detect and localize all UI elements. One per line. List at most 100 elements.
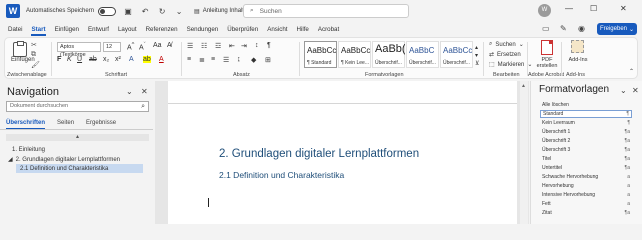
close-icon[interactable]: ✕	[620, 4, 627, 13]
edit-mode-icon[interactable]: ✎	[560, 24, 567, 33]
customize-toolbar-icon[interactable]: ⌄	[174, 6, 184, 16]
style-list-item[interactable]: Intensive Hervorhebung a	[540, 191, 632, 199]
tab-referenzen[interactable]: Referenzen	[146, 26, 178, 33]
close-icon[interactable]: ✕	[141, 87, 148, 96]
camera-icon[interactable]: ◉	[578, 24, 585, 33]
navigation-search-input[interactable]: Dokument durchsuchen ⌕	[6, 101, 149, 112]
line-spacing-icon[interactable]: ↨	[237, 56, 241, 63]
tab-ueberpruefen[interactable]: Überprüfen	[227, 26, 258, 33]
multilevel-list-icon[interactable]: ☲	[215, 42, 221, 50]
font-color-icon[interactable]: A	[159, 56, 164, 63]
clear-all-styles[interactable]: Alle löschen	[540, 101, 632, 109]
increase-indent-icon[interactable]: ⇥	[241, 42, 247, 50]
tab-ansicht[interactable]: Ansicht	[267, 26, 287, 33]
chevron-down-icon[interactable]: ⌄	[620, 86, 627, 95]
replace-button[interactable]: ⇄ Ersetzen	[489, 51, 521, 59]
change-case-icon[interactable]: Aa	[153, 42, 162, 49]
nav-heading-item[interactable]: 1. Einleitung	[12, 147, 45, 153]
tab-acrobat[interactable]: Acrobat	[318, 26, 339, 33]
styles-scroll-down-icon[interactable]: ▾	[475, 52, 478, 59]
show-formatting-icon[interactable]: ¶	[267, 42, 271, 49]
redo-icon[interactable]: ↻	[157, 6, 167, 16]
underline-icon[interactable]: U	[77, 56, 82, 63]
tab-results[interactable]: Ergebnisse	[86, 120, 116, 126]
style-list-item[interactable]: Titel ¶a	[540, 155, 632, 163]
expand-triangle-icon[interactable]: ◢	[8, 156, 13, 163]
decrease-indent-icon[interactable]: ⇤	[229, 42, 235, 50]
style-list-item[interactable]: Hervorhebung a	[540, 182, 632, 190]
tab-pages[interactable]: Seiten	[57, 120, 74, 126]
font-size-select[interactable]: 12	[103, 42, 121, 52]
collapse-ribbon-icon[interactable]: ⌃	[629, 68, 634, 75]
tab-start[interactable]: Start	[31, 26, 46, 36]
tab-datei[interactable]: Datei	[8, 26, 22, 33]
select-button[interactable]: ⬚ Markieren ⌄	[489, 61, 532, 69]
align-left-icon[interactable]: ≡	[187, 56, 191, 63]
bold-icon[interactable]: F	[57, 56, 61, 63]
style-list-item[interactable]: Zitat ¶a	[540, 209, 632, 217]
borders-icon[interactable]: ⊞	[265, 56, 271, 64]
maximize-icon[interactable]: ☐	[590, 4, 597, 13]
tab-hilfe[interactable]: Hilfe	[297, 26, 309, 33]
tab-entwurf[interactable]: Entwurf	[88, 26, 109, 33]
font-family-select[interactable]: Aptos (Textkörpe	[57, 42, 101, 58]
nav-heading-item[interactable]: 2.1 Definition und Charakteristika	[16, 164, 143, 173]
find-button[interactable]: ⌕ Suchen ⌄	[489, 41, 524, 48]
close-icon[interactable]: ✕	[632, 86, 639, 95]
undo-icon[interactable]: ↶	[140, 6, 150, 16]
search-box[interactable]: ⌕ Suchen	[243, 4, 409, 18]
create-pdf-button[interactable]: PDF erstellen	[535, 57, 559, 69]
format-painter-icon[interactable]: 🖌	[31, 61, 40, 69]
styles-expand-icon[interactable]: ⊻	[475, 60, 479, 67]
document-heading-2[interactable]: 2.1 Definition und Charakteristika	[219, 170, 344, 180]
sort-icon[interactable]: ↕	[255, 42, 259, 49]
pdf-icon[interactable]	[541, 40, 553, 55]
style-no-spacing[interactable]: AaBbCcI ¶ Kein Lee...	[338, 41, 371, 68]
tab-headings[interactable]: Überschriften	[6, 120, 46, 129]
add-ins-icon[interactable]	[571, 40, 584, 53]
subscript-icon[interactable]: x₂	[103, 56, 109, 63]
text-effects-icon[interactable]: A	[129, 56, 134, 63]
style-list-item[interactable]: Überschrift 3 ¶a	[540, 146, 632, 154]
tab-layout[interactable]: Layout	[118, 26, 137, 33]
paste-icon[interactable]	[13, 41, 27, 57]
style-list-item[interactable]: Standard ¶	[540, 110, 632, 118]
style-list-item[interactable]: Kein Leerraum ¶	[540, 119, 632, 127]
italic-icon[interactable]: K	[67, 56, 72, 63]
shading-icon[interactable]: ◆	[251, 56, 256, 64]
chevron-up-icon[interactable]: ▲	[521, 83, 526, 89]
vertical-scrollbar[interactable]	[520, 81, 528, 224]
style-heading-3[interactable]: AaBbCc Überschrif...	[440, 41, 473, 68]
style-list-item[interactable]: Überschrift 1 ¶a	[540, 128, 632, 136]
bullets-icon[interactable]: ☰	[187, 42, 193, 50]
comment-icon[interactable]: ▭	[542, 24, 550, 33]
align-right-icon[interactable]: ≡	[211, 56, 215, 63]
chevron-down-icon[interactable]: ⌄	[126, 87, 133, 96]
align-center-icon[interactable]: ≣	[199, 56, 205, 64]
clear-formatting-icon[interactable]: A̸	[167, 42, 172, 49]
grow-font-icon[interactable]: A^	[127, 42, 134, 51]
save-icon[interactable]: ▣	[123, 6, 133, 16]
style-list-item[interactable]: Fett a	[540, 200, 632, 208]
style-standard[interactable]: AaBbCcI ¶ Standard	[304, 41, 337, 68]
tab-einfuegen[interactable]: Einfügen	[55, 26, 79, 33]
highlight-icon[interactable]: ab	[143, 56, 151, 63]
numbering-icon[interactable]: ☷	[201, 42, 207, 50]
autosave-toggle[interactable]	[98, 6, 117, 16]
style-list-item[interactable]: Schwache Hervorhebung a	[540, 173, 632, 181]
strikethrough-icon[interactable]: ab	[89, 56, 97, 63]
style-heading-2[interactable]: AaBbC Überschrif...	[406, 41, 439, 68]
styles-scroll-up-icon[interactable]: ▴	[475, 44, 478, 51]
superscript-icon[interactable]: x²	[115, 56, 121, 63]
style-list-item[interactable]: Untertitel ¶a	[540, 164, 632, 172]
style-heading-1[interactable]: AaBb( Überschrif...	[372, 41, 405, 68]
avatar[interactable]: W	[538, 4, 551, 17]
justify-icon[interactable]: ☰	[223, 56, 229, 64]
copy-icon[interactable]: ⧉	[31, 51, 36, 59]
scroll-up-button[interactable]: ▴	[6, 134, 149, 141]
nav-heading-item[interactable]: ◢ 2. Grundlagen digitaler Lernplattforme…	[8, 156, 120, 164]
share-button[interactable]: Freigeben ⌄	[597, 23, 637, 35]
document-heading-1[interactable]: 2. Grundlagen digitaler Lernplattformen	[219, 148, 419, 160]
style-list-item[interactable]: Überschrift 2 ¶a	[540, 137, 632, 145]
shrink-font-icon[interactable]: Aˇ	[139, 42, 146, 51]
